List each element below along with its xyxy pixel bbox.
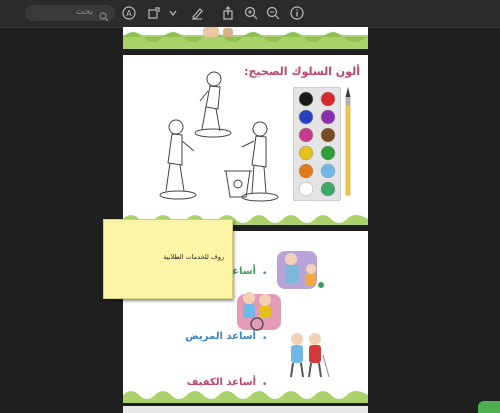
top-toolbar: بحث A [0,0,500,28]
info-icon[interactable] [288,4,306,22]
paint-well [298,181,314,197]
search-field[interactable]: بحث [25,5,115,22]
markup-pen-icon[interactable] [188,4,206,22]
paint-well [320,109,336,125]
paint-well [320,145,336,161]
rotate-icon[interactable] [145,4,163,22]
behavior-illustration [159,71,279,202]
page-1 [123,27,368,49]
paint-well [298,109,314,125]
bullet-dot: • [262,334,268,344]
paint-well [320,163,336,179]
annotate-icon[interactable]: A [120,4,138,22]
helping-sick-illustration [237,292,281,331]
bullet-dot: • [262,269,268,279]
page-2: ألون السلوك الصحيح: [123,55,368,225]
page-4 [123,406,368,413]
paint-well [320,91,336,107]
zoom-in-icon[interactable] [242,4,260,22]
helping-blind-illustration [290,333,330,378]
chevron-down-icon[interactable] [166,4,180,22]
paint-well [320,181,336,197]
window-corner-indicator [478,401,500,413]
grass-border [123,391,368,403]
zoom-out-icon[interactable] [264,4,282,22]
document-viewport[interactable]: ألون السلوك الصحيح: أساعد أساعد المريض أ… [0,27,500,413]
share-icon[interactable] [219,4,237,22]
sticky-note-text[interactable]: روف للخدمات الطلابية [163,253,224,261]
paint-brush [345,87,351,196]
grass-border [123,27,368,49]
paint-well [298,163,314,179]
sticky-note[interactable]: روف للخدمات الطلابية [103,219,233,299]
paint-well [298,127,314,143]
svg-text:A: A [126,9,132,18]
paint-well [298,91,314,107]
paint-palette [293,87,341,201]
search-icon [99,7,109,26]
paint-well [298,145,314,161]
search-input[interactable]: بحث [76,7,93,17]
paint-well [320,127,336,143]
